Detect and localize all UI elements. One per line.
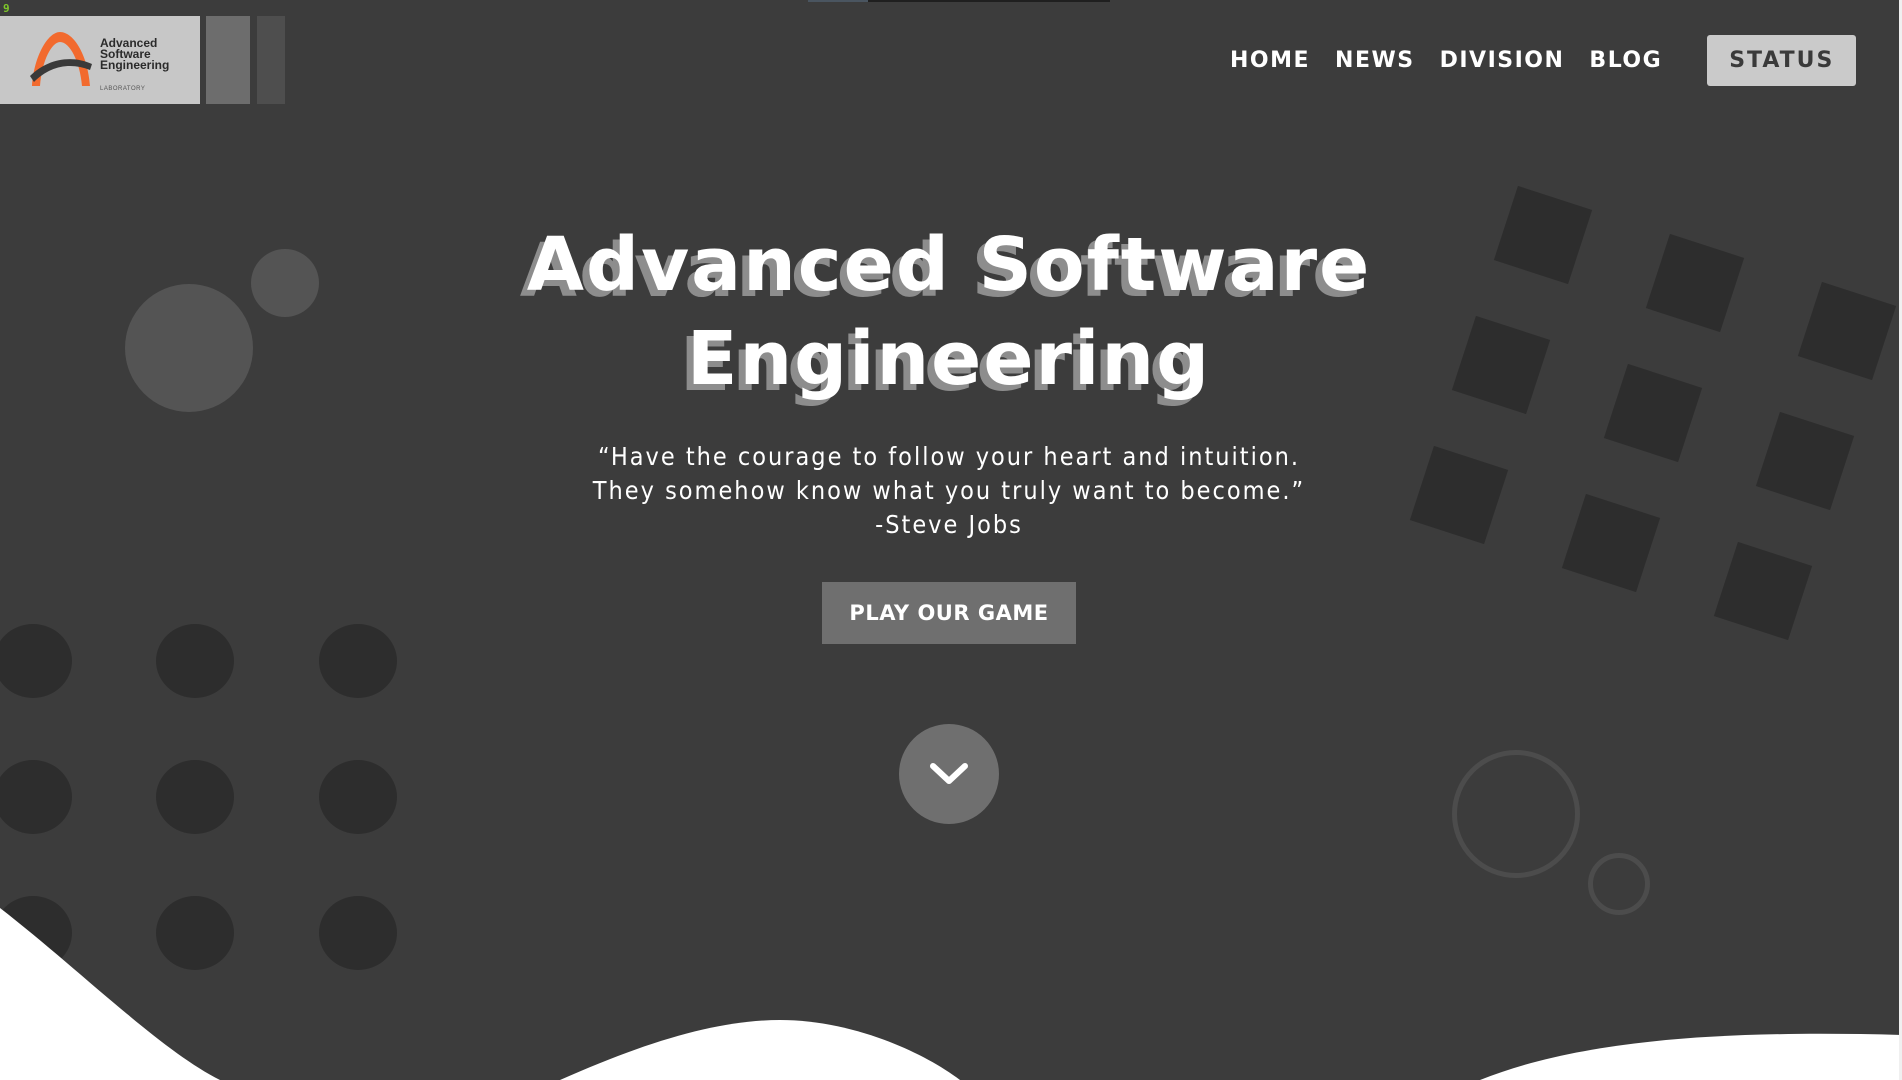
logo-tab-1 [206,16,250,104]
decor-dot [319,760,397,834]
decor-dot [319,624,397,698]
nav-home[interactable]: HOME [1230,48,1310,73]
decor-dot [0,760,72,834]
logo-tab-2 [257,16,285,104]
main-nav: HOME NEWS DIVISION BLOG STATUS [1230,34,1857,86]
hero-title-line-1: Advanced Software [526,222,1372,308]
nav-division[interactable]: DIVISION [1440,48,1565,73]
decor-ring-large [1452,750,1580,878]
quote-author: -Steve Jobs [875,510,1023,539]
hero-title-line-2: Engineering [686,316,1212,402]
site-logo[interactable]: Advanced Software Engineering LABORATORY [0,16,200,104]
quote-line-1: “Have the courage to follow your heart a… [597,442,1301,471]
logo-wordmark: Advanced Software Engineering [100,37,170,72]
decor-square [1713,541,1813,641]
top-progress-strip [808,0,1110,2]
nav-blog[interactable]: BLOG [1589,48,1662,73]
decor-dot [156,624,234,698]
logo-mark-icon [30,32,92,86]
logo-line-3: Engineering [100,58,170,72]
decor-dot [156,760,234,834]
top-progress-accent [808,0,868,2]
scroll-down-button[interactable] [899,724,999,824]
play-game-button[interactable]: PLAY OUR GAME [822,582,1076,644]
chevron-down-icon [930,763,968,784]
page-counter: 9 [3,2,10,15]
status-button[interactable]: STATUS [1707,34,1857,86]
logo-subline: LABORATORY [100,86,146,92]
hero-quote: “Have the courage to follow your heart a… [0,440,1898,542]
decor-dot [0,624,72,698]
nav-news[interactable]: NEWS [1335,48,1415,73]
quote-line-2: They somehow know what you truly want to… [592,476,1306,505]
bottom-wave [0,908,1902,1080]
hero-page: 9 Advanced Software Engineering LABORATO… [0,0,1902,1080]
hero-title: Advanced Software Engineering [0,218,1898,406]
